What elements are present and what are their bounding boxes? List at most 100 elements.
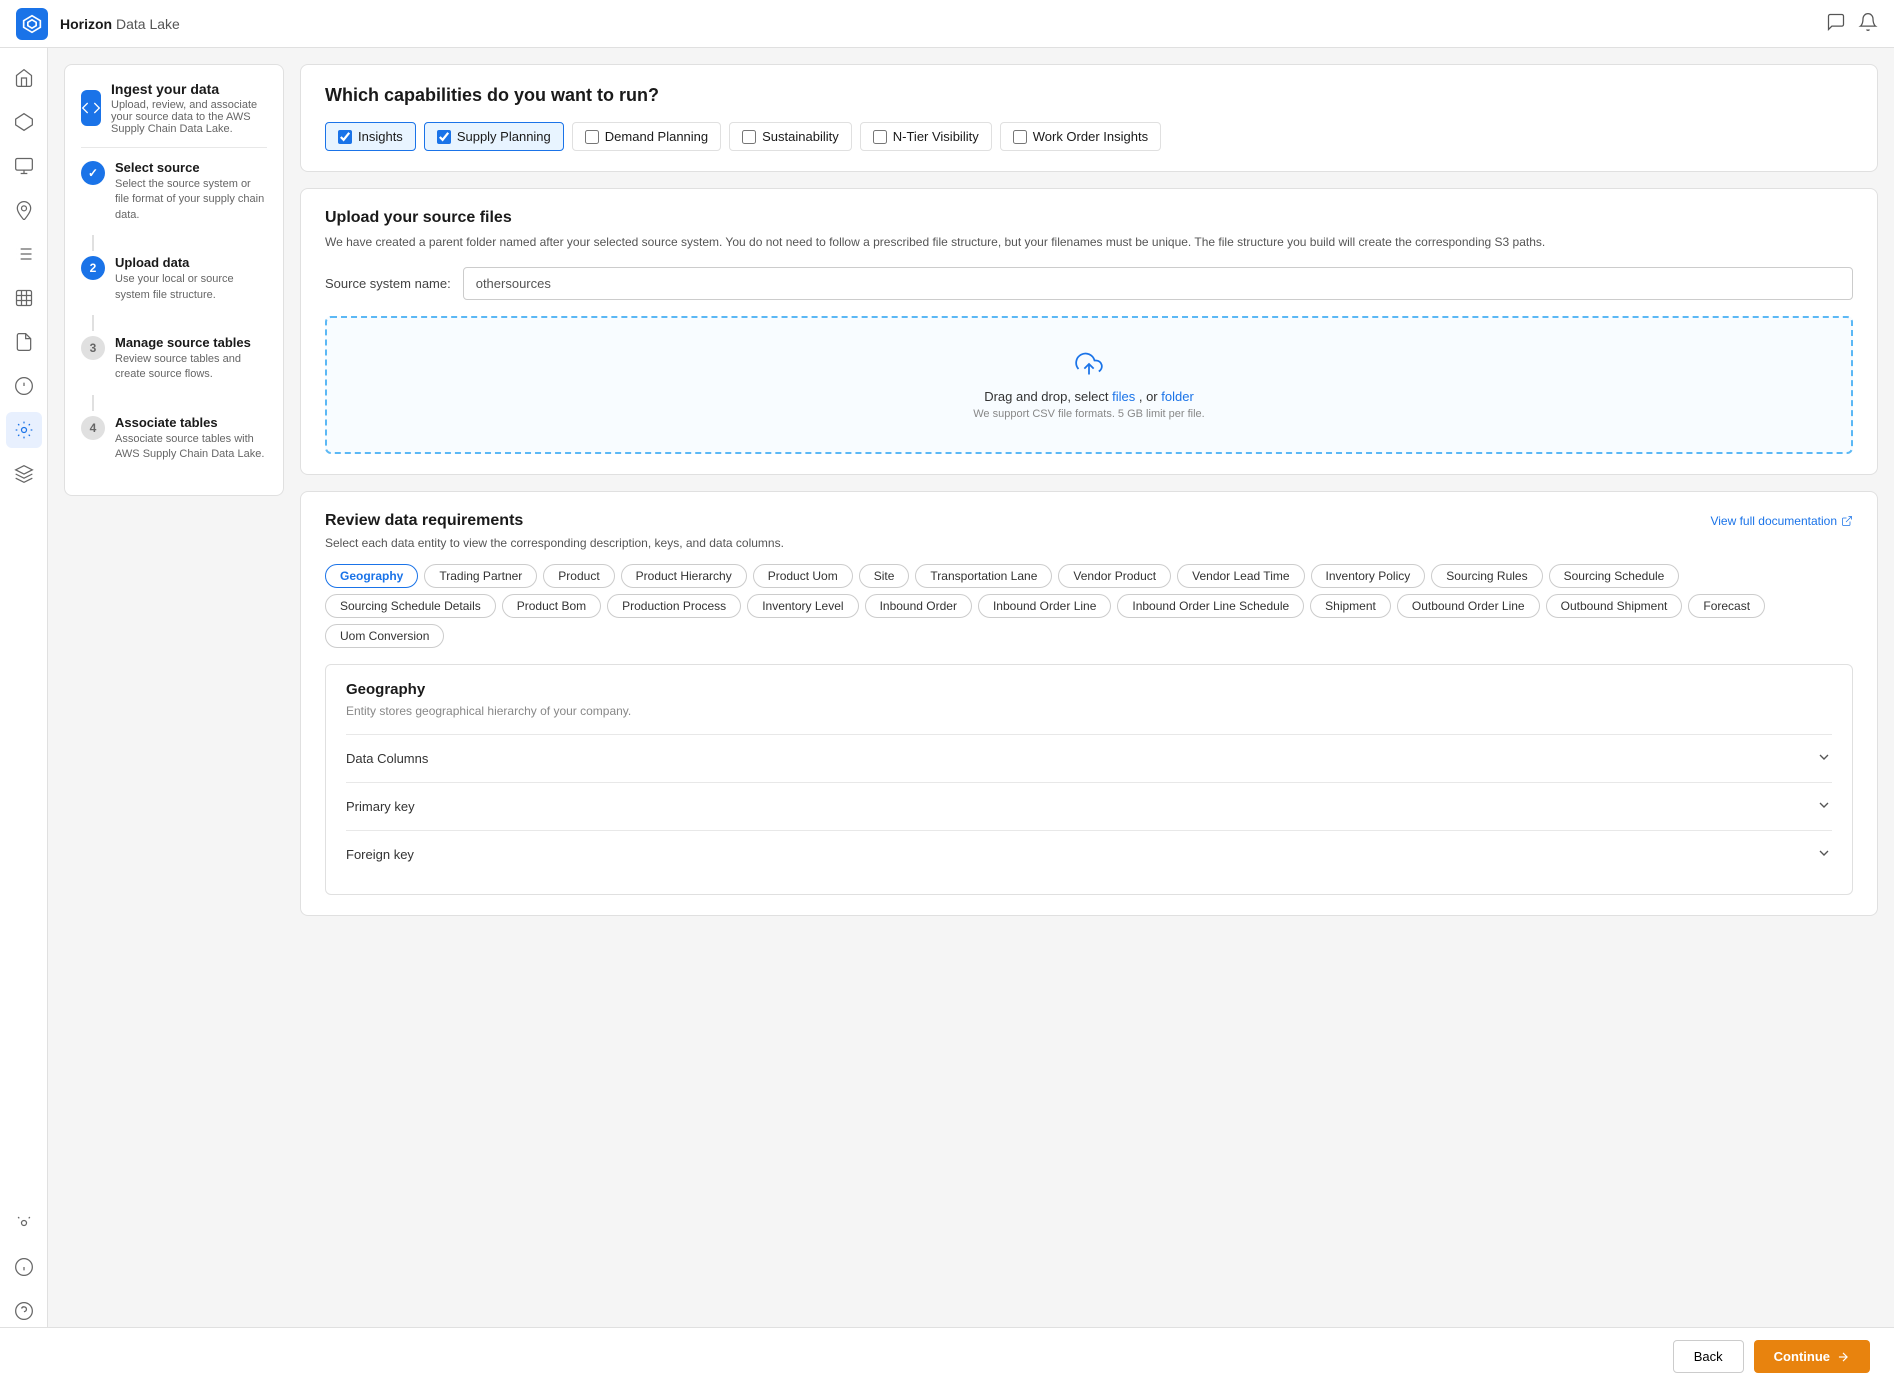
entity-tag-forecast[interactable]: Forecast <box>1688 594 1765 618</box>
entity-tag-outbound-shipment[interactable]: Outbound Shipment <box>1546 594 1683 618</box>
source-name-label: Source system name: <box>325 276 451 291</box>
doc-link[interactable]: View full documentation <box>1710 514 1853 528</box>
accordion-1: Primary key <box>346 782 1832 830</box>
cap-checkbox-insights[interactable] <box>338 130 352 144</box>
entity-tag-product-bom[interactable]: Product Bom <box>502 594 601 618</box>
cap-checkbox-sustainability[interactable] <box>742 130 756 144</box>
entity-tag-product-uom[interactable]: Product Uom <box>753 564 853 588</box>
capabilities-row: Insights Supply Planning Demand Planning… <box>325 122 1853 151</box>
cap-checkbox-demand-planning[interactable] <box>585 130 599 144</box>
sidebar-home-icon[interactable] <box>6 60 42 96</box>
upload-card: Upload your source files We have created… <box>300 188 1878 475</box>
entity-tag-uom-conversion[interactable]: Uom Conversion <box>325 624 444 648</box>
sidebar-pin-icon[interactable] <box>6 368 42 404</box>
step-title-4: Associate tables <box>115 415 267 430</box>
entity-tag-geography[interactable]: Geography <box>325 564 418 588</box>
accordion-chevron-2 <box>1816 845 1832 864</box>
files-link[interactable]: files <box>1112 389 1135 404</box>
entity-tag-outbound-order-line[interactable]: Outbound Order Line <box>1397 594 1540 618</box>
source-name-input[interactable] <box>463 267 1853 300</box>
sidebar-settings-active-icon[interactable] <box>6 412 42 448</box>
entity-tag-trading-partner[interactable]: Trading Partner <box>424 564 537 588</box>
cap-label-demand-planning: Demand Planning <box>605 129 708 144</box>
sidebar-location-icon[interactable] <box>6 192 42 228</box>
entity-tag-product-hierarchy[interactable]: Product Hierarchy <box>621 564 747 588</box>
capability-demand-planning[interactable]: Demand Planning <box>572 122 721 151</box>
cap-label-insights: Insights <box>358 129 403 144</box>
capability-work-order[interactable]: Work Order Insights <box>1000 122 1161 151</box>
entity-tag-sourcing-rules[interactable]: Sourcing Rules <box>1431 564 1542 588</box>
step-desc-4: Associate source tables with AWS Supply … <box>115 432 267 463</box>
chat-icon[interactable] <box>1826 12 1846 35</box>
entity-tag-vendor-product[interactable]: Vendor Product <box>1058 564 1171 588</box>
sidebar-package-icon[interactable] <box>6 104 42 140</box>
entity-tag-shipment[interactable]: Shipment <box>1310 594 1391 618</box>
drop-zone-subtext: We support CSV file formats. 5 GB limit … <box>359 408 1819 420</box>
sidebar-layers-icon[interactable] <box>6 456 42 492</box>
bell-icon[interactable] <box>1858 12 1878 35</box>
cap-label-supply-planning: Supply Planning <box>457 129 551 144</box>
step-content-4: Associate tables Associate source tables… <box>115 415 267 463</box>
step-title-1: Select source <box>115 160 267 175</box>
geo-section: Geography Entity stores geographical hie… <box>325 664 1853 895</box>
capability-insights[interactable]: Insights <box>325 122 416 151</box>
entity-tag-inventory-level[interactable]: Inventory Level <box>747 594 858 618</box>
entity-tag-inbound-order-line[interactable]: Inbound Order Line <box>978 594 1111 618</box>
continue-button[interactable]: Continue <box>1754 1340 1870 1373</box>
steps-title: Ingest your data <box>111 81 267 97</box>
step-title-3: Manage source tables <box>115 335 267 350</box>
cap-checkbox-supply-planning[interactable] <box>437 130 451 144</box>
entity-tag-vendor-lead-time[interactable]: Vendor Lead Time <box>1177 564 1304 588</box>
upload-desc: We have created a parent folder named af… <box>325 233 1853 251</box>
sidebar-bottom-settings-icon[interactable] <box>6 1205 42 1241</box>
cap-label-sustainability: Sustainability <box>762 129 839 144</box>
step-item-4: 4 Associate tables Associate source tabl… <box>81 415 267 463</box>
sidebar-chart-icon[interactable] <box>6 280 42 316</box>
geo-title: Geography <box>346 681 1832 698</box>
step-desc-3: Review source tables and create source f… <box>115 352 267 383</box>
drop-zone[interactable]: Drag and drop, select files , or folder … <box>325 316 1853 454</box>
capability-title: Which capabilities do you want to run? <box>325 85 1853 106</box>
accordion-header-1[interactable]: Primary key <box>346 783 1832 830</box>
accordion-header-2[interactable]: Foreign key <box>346 831 1832 878</box>
sidebar-help-icon[interactable] <box>6 1293 42 1329</box>
cap-checkbox-work-order[interactable] <box>1013 130 1027 144</box>
entity-tag-product[interactable]: Product <box>543 564 614 588</box>
cap-label-n-tier: N-Tier Visibility <box>893 129 979 144</box>
step-content-2: Upload data Use your local or source sys… <box>115 255 267 303</box>
entity-tag-inbound-order[interactable]: Inbound Order <box>865 594 972 618</box>
step-item-2: 2 Upload data Use your local or source s… <box>81 255 267 303</box>
main-panel: Which capabilities do you want to run? I… <box>300 64 1878 916</box>
step-num-1: ✓ <box>81 161 105 185</box>
sidebar-info-icon[interactable] <box>6 1249 42 1285</box>
entity-tag-inbound-order-line-schedule[interactable]: Inbound Order Line Schedule <box>1117 594 1304 618</box>
steps-list: ✓ Select source Select the source system… <box>81 160 267 463</box>
accordion-header-0[interactable]: Data Columns <box>346 735 1832 782</box>
sidebar-list-icon[interactable] <box>6 236 42 272</box>
entity-tag-site[interactable]: Site <box>859 564 910 588</box>
back-button[interactable]: Back <box>1673 1340 1744 1373</box>
accordion-0: Data Columns <box>346 734 1832 782</box>
upload-icon <box>359 350 1819 381</box>
accordion-label-2: Foreign key <box>346 847 414 862</box>
sidebar-document-icon[interactable] <box>6 324 42 360</box>
entity-tag-production-process[interactable]: Production Process <box>607 594 741 618</box>
entity-tag-transportation-lane[interactable]: Transportation Lane <box>915 564 1052 588</box>
step-desc-1: Select the source system or file format … <box>115 177 267 223</box>
folder-link[interactable]: folder <box>1161 389 1194 404</box>
accordion-2: Foreign key <box>346 830 1832 878</box>
sidebar-box-icon[interactable] <box>6 148 42 184</box>
upload-title: Upload your source files <box>325 209 1853 227</box>
top-nav: Horizon Data Lake <box>0 0 1894 48</box>
entity-tag-sourcing-schedule[interactable]: Sourcing Schedule <box>1549 564 1680 588</box>
accordions: Data Columns Primary key Foreign key <box>346 734 1832 878</box>
cap-label-work-order: Work Order Insights <box>1033 129 1148 144</box>
cap-checkbox-n-tier[interactable] <box>873 130 887 144</box>
left-sidebar <box>0 48 48 1385</box>
entity-tag-inventory-policy[interactable]: Inventory Policy <box>1311 564 1426 588</box>
capability-sustainability[interactable]: Sustainability <box>729 122 852 151</box>
capability-supply-planning[interactable]: Supply Planning <box>424 122 564 151</box>
accordion-label-0: Data Columns <box>346 751 428 766</box>
capability-n-tier[interactable]: N-Tier Visibility <box>860 122 992 151</box>
entity-tag-sourcing-schedule-details[interactable]: Sourcing Schedule Details <box>325 594 496 618</box>
